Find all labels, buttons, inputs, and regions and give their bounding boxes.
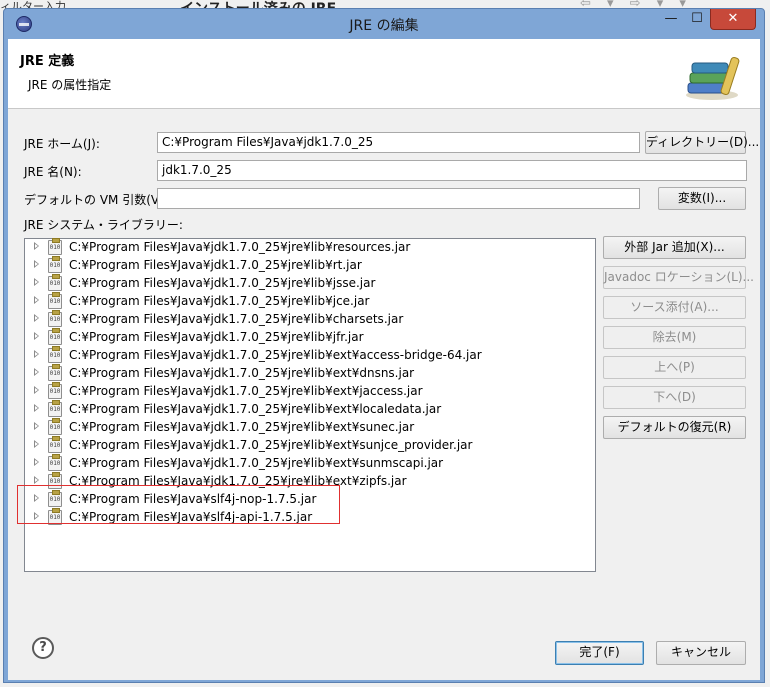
jar-icon: [48, 238, 62, 255]
list-item[interactable]: C:¥Program Files¥Java¥jdk1.7.0_25¥jre¥li…: [25, 454, 593, 473]
expand-icon[interactable]: [34, 386, 39, 394]
up-button[interactable]: 上へ(P): [603, 356, 746, 379]
jre-home-input[interactable]: C:¥Program Files¥Java¥jdk1.7.0_25: [157, 132, 640, 153]
jar-icon: [48, 454, 62, 471]
library-path: C:¥Program Files¥Java¥jdk1.7.0_25¥jre¥li…: [69, 276, 376, 290]
cancel-button[interactable]: キャンセル: [656, 641, 746, 665]
library-path: C:¥Program Files¥Java¥jdk1.7.0_25¥jre¥li…: [69, 258, 362, 272]
close-button[interactable]: ✕: [710, 9, 756, 30]
library-books-icon: [686, 56, 740, 100]
jar-icon: [48, 310, 62, 327]
edit-jre-dialog: JRE の編集 — ☐ ✕ JRE 定義 JRE の属性指定 JRE ホーム(J…: [3, 8, 765, 683]
list-item[interactable]: C:¥Program Files¥Java¥jdk1.7.0_25¥jre¥li…: [25, 328, 593, 347]
list-item[interactable]: C:¥Program Files¥Java¥jdk1.7.0_25¥jre¥li…: [25, 400, 593, 419]
jar-icon: [48, 436, 62, 453]
expand-icon[interactable]: [34, 314, 39, 322]
list-item[interactable]: C:¥Program Files¥Java¥jdk1.7.0_25¥jre¥li…: [25, 238, 593, 257]
expand-icon[interactable]: [34, 440, 39, 448]
expand-icon[interactable]: [34, 368, 39, 376]
finish-button[interactable]: 完了(F): [555, 641, 644, 665]
dialog-header: JRE 定義 JRE の属性指定: [8, 39, 760, 109]
jar-icon: [48, 418, 62, 435]
library-path: C:¥Program Files¥Java¥jdk1.7.0_25¥jre¥li…: [69, 402, 442, 416]
minimize-button[interactable]: —: [658, 9, 684, 30]
jar-icon: [48, 382, 62, 399]
library-path: C:¥Program Files¥Java¥jdk1.7.0_25¥jre¥li…: [69, 438, 473, 452]
list-item[interactable]: C:¥Program Files¥Java¥jdk1.7.0_25¥jre¥li…: [25, 436, 593, 455]
library-path: C:¥Program Files¥Java¥jdk1.7.0_25¥jre¥li…: [69, 384, 423, 398]
javadoc-location-button[interactable]: Javadoc ロケーション(L)...: [603, 266, 754, 289]
expand-icon[interactable]: [34, 404, 39, 412]
directory-button[interactable]: ディレクトリー(D)...: [645, 131, 759, 154]
list-item[interactable]: C:¥Program Files¥Java¥jdk1.7.0_25¥jre¥li…: [25, 310, 593, 329]
list-item[interactable]: C:¥Program Files¥Java¥jdk1.7.0_25¥jre¥li…: [25, 256, 593, 275]
jar-icon: [48, 364, 62, 381]
vm-args-input[interactable]: [157, 188, 640, 209]
jar-icon: [48, 400, 62, 417]
expand-icon[interactable]: [34, 332, 39, 340]
highlight-annotation: [17, 485, 340, 524]
expand-icon[interactable]: [34, 422, 39, 430]
expand-icon[interactable]: [34, 260, 39, 268]
restore-default-button[interactable]: デフォルトの復元(R): [603, 416, 746, 439]
expand-icon[interactable]: [34, 476, 39, 484]
library-path: C:¥Program Files¥Java¥jdk1.7.0_25¥jre¥li…: [69, 294, 370, 308]
expand-icon[interactable]: [34, 242, 39, 250]
add-external-jar-button[interactable]: 外部 Jar 追加(X)...: [603, 236, 746, 259]
help-icon[interactable]: ?: [32, 637, 54, 659]
list-item[interactable]: C:¥Program Files¥Java¥jdk1.7.0_25¥jre¥li…: [25, 274, 593, 293]
library-path: C:¥Program Files¥Java¥jdk1.7.0_25¥jre¥li…: [69, 240, 411, 254]
header-description: JRE の属性指定: [28, 78, 112, 92]
list-item[interactable]: C:¥Program Files¥Java¥jdk1.7.0_25¥jre¥li…: [25, 292, 593, 311]
vm-args-label: デフォルトの VM 引数(V):: [24, 193, 168, 207]
jar-icon: [48, 274, 62, 291]
source-attachment-button[interactable]: ソース添付(A)...: [603, 296, 746, 319]
jre-name-input[interactable]: jdk1.7.0_25: [157, 160, 747, 181]
jre-name-label: JRE 名(N):: [24, 165, 82, 179]
libraries-label: JRE システム・ライブラリー:: [24, 218, 183, 232]
down-button[interactable]: 下へ(D): [603, 386, 746, 409]
jar-icon: [48, 328, 62, 345]
expand-icon[interactable]: [34, 458, 39, 466]
maximize-button[interactable]: ☐: [684, 9, 710, 30]
jar-icon: [48, 292, 62, 309]
library-path: C:¥Program Files¥Java¥jdk1.7.0_25¥jre¥li…: [69, 420, 415, 434]
remove-button[interactable]: 除去(M): [603, 326, 746, 349]
expand-icon[interactable]: [34, 296, 39, 304]
list-item[interactable]: C:¥Program Files¥Java¥jdk1.7.0_25¥jre¥li…: [25, 382, 593, 401]
library-path: C:¥Program Files¥Java¥jdk1.7.0_25¥jre¥li…: [69, 348, 482, 362]
library-path: C:¥Program Files¥Java¥jdk1.7.0_25¥jre¥li…: [69, 366, 415, 380]
expand-icon[interactable]: [34, 350, 39, 358]
title-bar[interactable]: JRE の編集 — ☐ ✕: [4, 9, 764, 37]
variables-button[interactable]: 変数(I)...: [658, 187, 746, 210]
expand-icon[interactable]: [34, 278, 39, 286]
list-item[interactable]: C:¥Program Files¥Java¥jdk1.7.0_25¥jre¥li…: [25, 418, 593, 437]
list-item[interactable]: C:¥Program Files¥Java¥jdk1.7.0_25¥jre¥li…: [25, 346, 593, 365]
dialog-footer: ? 完了(F) キャンセル: [8, 629, 760, 680]
jre-home-label: JRE ホーム(J):: [24, 137, 100, 151]
window-title: JRE の編集: [349, 18, 419, 34]
dialog-client-area: JRE 定義 JRE の属性指定 JRE ホーム(J): C:¥Program …: [8, 39, 760, 680]
header-title: JRE 定義: [20, 54, 75, 69]
jar-icon: [48, 346, 62, 363]
jar-icon: [48, 256, 62, 273]
library-path: C:¥Program Files¥Java¥jdk1.7.0_25¥jre¥li…: [69, 330, 364, 344]
list-item[interactable]: C:¥Program Files¥Java¥jdk1.7.0_25¥jre¥li…: [25, 364, 593, 383]
library-path: C:¥Program Files¥Java¥jdk1.7.0_25¥jre¥li…: [69, 312, 404, 326]
library-path: C:¥Program Files¥Java¥jdk1.7.0_25¥jre¥li…: [69, 456, 444, 470]
